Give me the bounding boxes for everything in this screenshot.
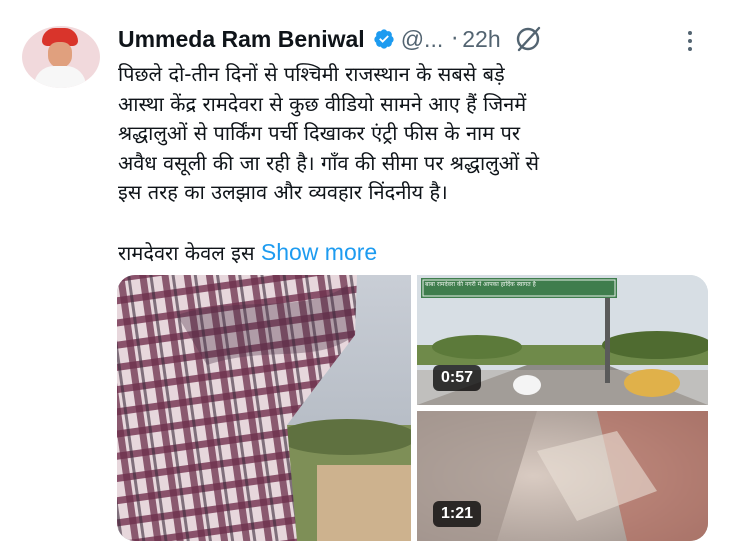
profile-avatar[interactable] bbox=[22, 26, 100, 88]
tweet-text-line: इस तरह का उलझाव और व्यवहार निंदनीय है। bbox=[118, 180, 448, 204]
tweet-text-line: आस्था केंद्र रामदेवरा से कुछ वीडियो सामन… bbox=[118, 91, 527, 116]
media-video-2[interactable]: 1:21 bbox=[417, 411, 708, 541]
grok-icon[interactable] bbox=[513, 24, 543, 54]
media-video-1[interactable]: बाबा रामदेवरा की नगरी में आपका हार्दिक स… bbox=[417, 275, 708, 405]
avatar-body bbox=[34, 66, 86, 88]
author-handle[interactable]: @... bbox=[401, 26, 444, 53]
truncated-text: रामदेवरा केवल इस bbox=[118, 241, 255, 265]
media-grid: बाबा रामदेवरा की नगरी में आपका हार्दिक स… bbox=[117, 275, 708, 541]
show-more-link[interactable]: Show more bbox=[261, 239, 377, 265]
separator-dot: · bbox=[451, 26, 459, 52]
media-image-1[interactable] bbox=[117, 275, 411, 541]
tweet-text: पिछले दो-तीन दिनों से पश्चिमी राजस्थान क… bbox=[118, 60, 708, 208]
tweet-timestamp[interactable]: 22h bbox=[462, 26, 500, 53]
tweet-text-line: अवैध वसूली की जा रही है। गाँव की सीमा पर… bbox=[118, 150, 540, 175]
sign-text: बाबा रामदेवरा की नगरी में आपका हार्दिक स… bbox=[425, 281, 536, 288]
video-duration-badge: 0:57 bbox=[433, 365, 482, 391]
tweet-header: Ummeda Ram Beniwal @... · 22h bbox=[118, 22, 543, 56]
more-options-icon[interactable] bbox=[683, 28, 697, 54]
tweet-text-line: श्रद्धालुओं से पार्किंग पर्ची दिखाकर एंट… bbox=[118, 121, 521, 145]
video-duration-badge: 1:21 bbox=[433, 501, 482, 527]
avatar-face bbox=[48, 42, 72, 68]
verified-badge-icon bbox=[374, 29, 394, 49]
author-name[interactable]: Ummeda Ram Beniwal bbox=[118, 26, 365, 53]
truncated-text-line: रामदेवरा केवल इस Show more bbox=[118, 238, 377, 268]
tweet-text-line: पिछले दो-तीन दिनों से पश्चिमी राजस्थान क… bbox=[118, 62, 505, 86]
media-image-1-picture bbox=[117, 275, 411, 541]
